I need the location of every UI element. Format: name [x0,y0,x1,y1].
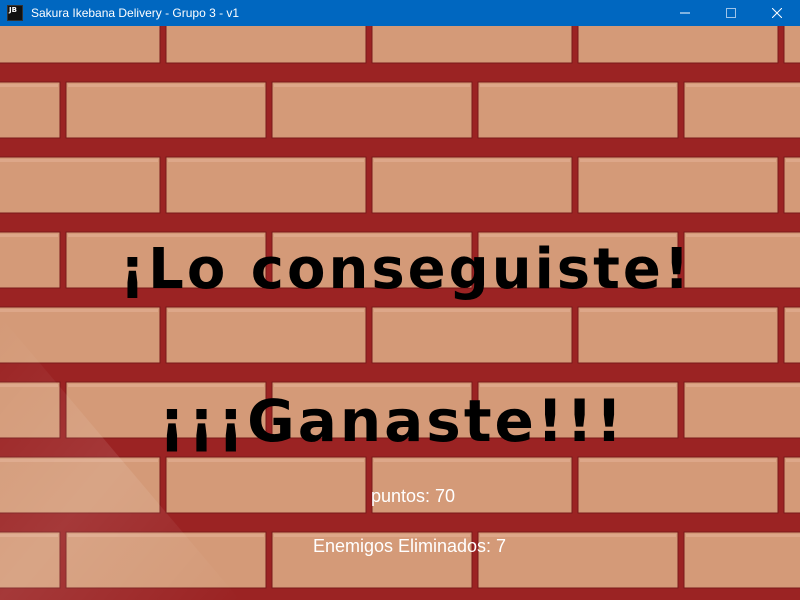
brick-highlight [68,84,264,87]
minimize-icon [680,12,690,14]
enemies-counter: Enemigos Eliminados: 7 [312,536,507,556]
brick-highlight [580,309,776,312]
brick [371,156,573,214]
brick-highlight [686,384,800,387]
maximize-icon [726,8,736,18]
window-controls [662,0,800,26]
brick-highlight [686,84,800,87]
brick-highlight [0,309,158,312]
brick-highlight [686,234,800,237]
app-icon: JB [7,5,23,21]
brick [683,81,800,139]
brick-highlight [0,84,58,87]
brick [165,26,367,64]
brick [783,156,800,214]
brick [577,306,779,364]
brick [783,26,800,64]
brick-highlight [168,459,364,462]
brick-highlight [168,309,364,312]
brick [477,81,679,139]
title-bar[interactable]: JB Sakura Ikebana Delivery - Grupo 3 - v… [0,0,800,26]
brick-highlight [786,159,800,162]
maximize-button[interactable] [708,0,754,26]
brick-highlight [374,459,570,462]
brick-highlight [374,309,570,312]
brick-highlight [580,459,776,462]
brick [0,81,61,139]
points-counter: puntos: 70 [370,486,456,506]
win-message: ¡¡¡Ganaste!!! [158,387,626,455]
close-icon [772,8,782,18]
brick [371,26,573,64]
brick [577,26,779,64]
brick-highlight [274,84,470,87]
game-window: JB Sakura Ikebana Delivery - Grupo 3 - v… [0,0,800,600]
brick [783,306,800,364]
brick [577,156,779,214]
minimize-button[interactable] [662,0,708,26]
brick [371,306,573,364]
brick-highlight [580,159,776,162]
close-button[interactable] [754,0,800,26]
brick-highlight [480,84,676,87]
brick-highlight [786,459,800,462]
brick-highlight [0,234,58,237]
brick-highlight [0,159,158,162]
brick [165,306,367,364]
game-canvas[interactable]: ¡Lo conseguiste! ¡¡¡Ganaste!!! puntos: 7… [0,26,800,600]
window-title: Sakura Ikebana Delivery - Grupo 3 - v1 [31,6,240,20]
brick [165,156,367,214]
brick [271,81,473,139]
brick-wall-background [0,26,800,600]
victory-headline: ¡Lo conseguiste! [119,237,693,302]
brick [65,81,267,139]
brick-highlight [168,159,364,162]
brick-highlight [786,309,800,312]
brick [0,26,161,64]
brick [0,156,161,214]
brick-highlight [374,159,570,162]
